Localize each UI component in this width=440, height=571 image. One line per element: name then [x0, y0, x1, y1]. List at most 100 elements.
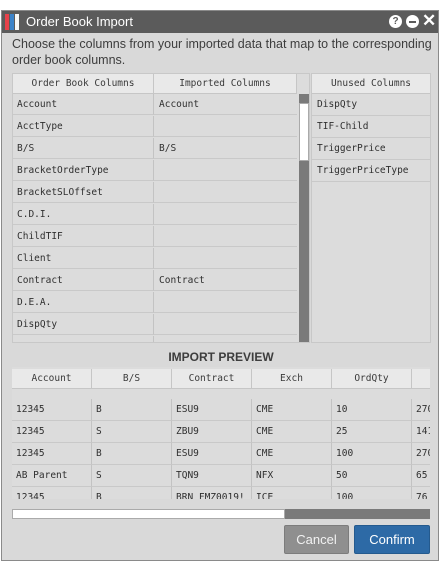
preview-row: 12345SZBU9CME25141	[12, 421, 430, 443]
preview-cell: TQN9	[172, 465, 252, 487]
preview-row: AB Parent S TQN9 NFX 50 65	[12, 465, 430, 487]
preview-cell: 100	[332, 487, 412, 499]
imported-column-cell[interactable]	[154, 292, 297, 313]
preview-cell: S	[92, 465, 172, 487]
import-preview-table: Account B/S Contract Exch OrdQty 12345 B ESU9 C…	[12, 367, 430, 499]
preview-horizontal-scrollbar[interactable]	[12, 509, 430, 519]
preview-cell: ESU9	[172, 443, 252, 465]
app-logo-icon	[5, 14, 19, 30]
window-title: Order Book Import	[26, 14, 133, 29]
preview-column-header: Contract	[172, 369, 252, 389]
imported-column-cell[interactable]	[154, 182, 297, 203]
order-book-column-cell: ChildTIF	[13, 226, 154, 247]
unused-column-item[interactable]: TriggerPrice	[312, 138, 430, 160]
order-book-column-cell: BracketSLOffset	[13, 182, 154, 203]
preview-cell: B	[92, 443, 172, 465]
cancel-button[interactable]: Cancel	[284, 525, 349, 554]
preview-cell: BRN FMZ0019!	[172, 487, 252, 499]
minimize-icon[interactable]	[406, 15, 419, 28]
imported-column-cell[interactable]: Contract	[154, 270, 297, 291]
unused-columns-panel: Unused Columns DispQty TIF-Child TriggerPr…	[311, 73, 431, 343]
mapping-row[interactable]: Account Account	[13, 94, 297, 116]
order-book-column-cell: Account	[13, 94, 154, 115]
imported-column-cell[interactable]	[154, 226, 297, 247]
preview-cell: ESU9	[172, 399, 252, 421]
mapping-row[interactable]: B/S B/S	[13, 138, 297, 160]
column-mapping-grid: Order Book Columns Imported Columns Acco…	[12, 73, 310, 343]
preview-scrollbar-thumb[interactable]	[12, 509, 285, 519]
imported-column-cell[interactable]	[154, 248, 297, 269]
preview-cell: CME	[252, 421, 332, 443]
unused-column-item[interactable]: TriggerPriceType	[312, 160, 430, 182]
preview-column-header	[412, 369, 430, 389]
preview-column-header: Account	[12, 369, 92, 389]
preview-cell: S	[92, 421, 172, 443]
order-book-column-cell: Client	[13, 248, 154, 269]
preview-cell: 12345	[12, 399, 92, 421]
preview-cell: ZBU9	[172, 421, 252, 443]
order-book-import-dialog: Order Book Import ? ✕ Choose the columns…	[1, 10, 439, 561]
preview-cell: B	[92, 399, 172, 421]
unused-columns-header: Unused Columns	[312, 74, 430, 94]
preview-cell: NFX	[252, 465, 332, 487]
close-icon[interactable]: ✕	[422, 12, 436, 30]
preview-cell: 12345	[12, 443, 92, 465]
preview-cell: 12345	[12, 487, 92, 499]
unused-column-item[interactable]: TIF-Child	[312, 116, 430, 138]
preview-cell: CME	[252, 443, 332, 465]
preview-cell: B	[92, 487, 172, 499]
imported-column-cell[interactable]	[154, 314, 297, 335]
order-book-column-cell: B/S	[13, 138, 154, 159]
preview-cell: 270	[412, 443, 430, 465]
preview-row: 12345BESU9CME100270	[12, 443, 430, 465]
help-icon[interactable]: ?	[389, 15, 402, 28]
order-book-columns-header: Order Book Columns	[13, 74, 154, 94]
preview-cell: CME	[252, 399, 332, 421]
preview-cell: 141	[412, 421, 430, 443]
order-book-column-cell: C.D.I.	[13, 204, 154, 225]
mapping-row[interactable]	[13, 336, 297, 342]
imported-column-cell[interactable]	[154, 336, 297, 342]
mapping-scrollbar-thumb[interactable]	[299, 103, 309, 161]
imported-column-cell[interactable]	[154, 204, 297, 225]
imported-column-cell[interactable]	[154, 160, 297, 181]
imported-column-cell[interactable]	[154, 116, 297, 137]
mapping-row[interactable]: BracketOrderType	[13, 160, 297, 182]
preview-cell: 100	[332, 443, 412, 465]
order-book-column-cell: Contract	[13, 270, 154, 291]
mapping-row[interactable]: ChildTIF	[13, 226, 297, 248]
imported-column-cell[interactable]: Account	[154, 94, 297, 115]
preview-column-header: OrdQty	[332, 369, 412, 389]
preview-row: 12345BESU9CME10270	[12, 399, 430, 421]
mapping-row[interactable]: Contract Contract	[13, 270, 297, 292]
preview-cell: 50	[332, 465, 412, 487]
order-book-column-cell: DispQty	[13, 314, 154, 335]
preview-cell: 10	[332, 399, 412, 421]
confirm-button[interactable]: Confirm	[354, 525, 430, 554]
preview-row: 12345 B BRN FMZ0019! ICE 100 76	[12, 487, 430, 499]
preview-column-header: B/S	[92, 369, 172, 389]
order-book-column-cell: D.E.A.	[13, 292, 154, 313]
mapping-row[interactable]: DispQty	[13, 314, 297, 336]
mapping-row[interactable]: AcctType	[13, 116, 297, 138]
mapping-row[interactable]: BracketSLOffset	[13, 182, 297, 204]
preview-cell: ICE	[252, 487, 332, 499]
order-book-column-cell: BracketOrderType	[13, 160, 154, 181]
mapping-row[interactable]: D.E.A.	[13, 292, 297, 314]
instruction-text: Choose the columns from your imported da…	[12, 37, 432, 67]
title-bar[interactable]: Order Book Import ? ✕	[2, 11, 438, 33]
imported-columns-header: Imported Columns	[154, 74, 297, 94]
preview-cell: 76	[412, 487, 430, 499]
order-book-column-cell: AcctType	[13, 116, 154, 137]
preview-cell: AB Parent	[12, 465, 92, 487]
order-book-column-cell	[13, 336, 154, 342]
preview-cell: 25	[332, 421, 412, 443]
unused-column-item[interactable]: DispQty	[312, 94, 430, 116]
preview-cell: 270	[412, 399, 430, 421]
preview-cell: 65	[412, 465, 430, 487]
mapping-row[interactable]: C.D.I.	[13, 204, 297, 226]
preview-column-header: Exch	[252, 369, 332, 389]
import-preview-title: IMPORT PREVIEW	[168, 350, 274, 364]
imported-column-cell[interactable]: B/S	[154, 138, 297, 159]
mapping-row[interactable]: Client	[13, 248, 297, 270]
